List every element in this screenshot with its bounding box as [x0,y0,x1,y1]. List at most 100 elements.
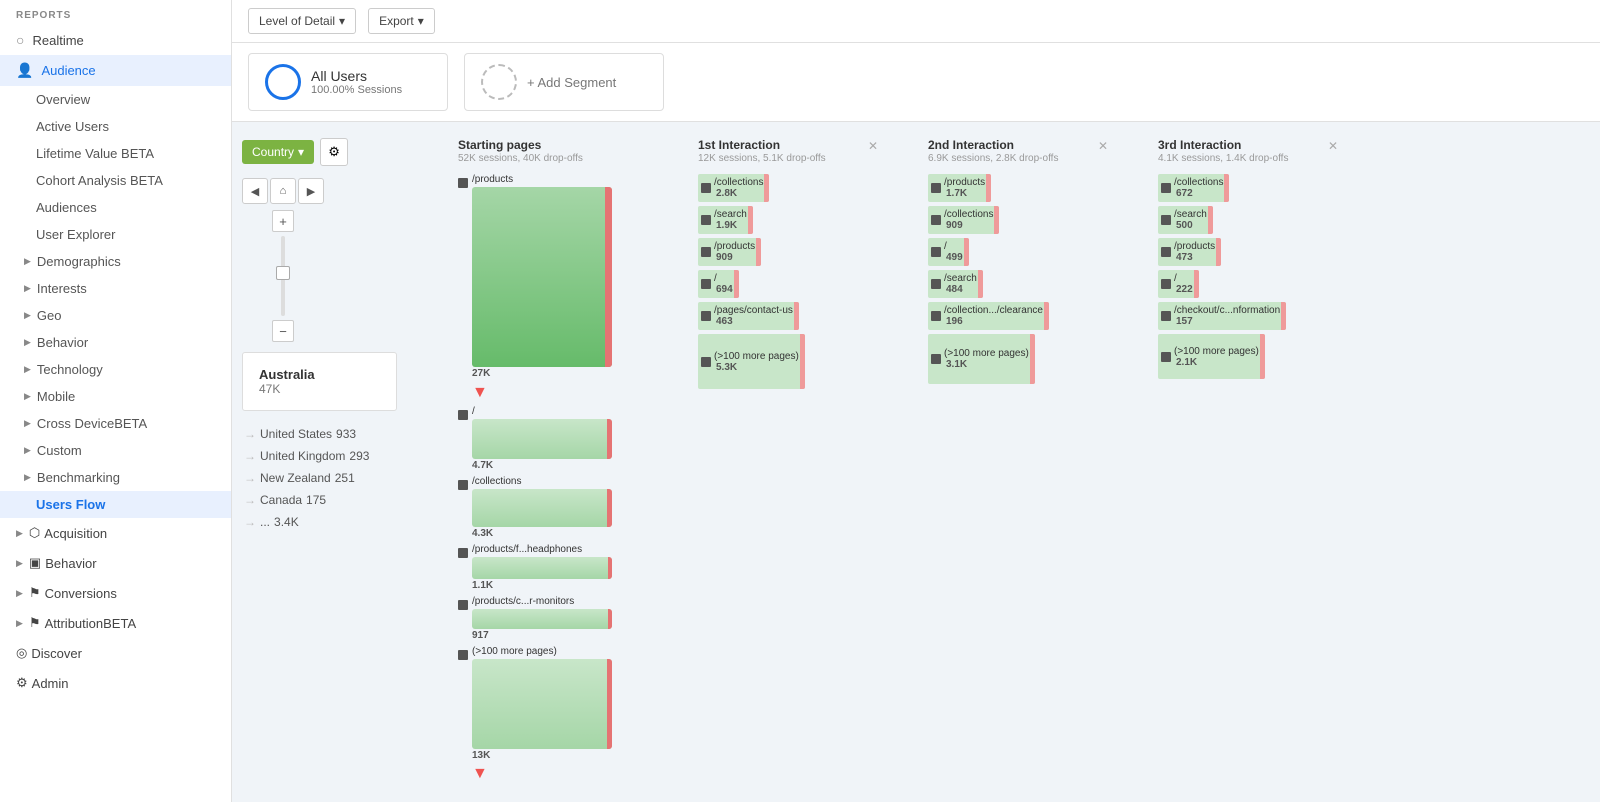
sidebar-subitem-cohort[interactable]: Cohort Analysis BETA [0,167,231,194]
sidebar-group-interests[interactable]: ▶ Interests [0,275,231,302]
dropoff-indicator [794,302,799,330]
sidebar-group-cross-device[interactable]: ▶ Cross Device BETA [0,410,231,437]
sidebar-group-behavior[interactable]: ▶ Behavior [0,329,231,356]
page-bar-slash[interactable] [472,419,612,459]
int3-node-search[interactable]: /search 500 [1158,206,1338,234]
country-row-us[interactable]: → United States 933 [242,423,358,445]
sidebar-section-acquisition[interactable]: ▶ ⬡ Acquisition [0,518,231,548]
sidebar: REPORTS ○ Realtime 👤 Audience Overview A… [0,0,232,802]
node-box[interactable]: /products 473 [1158,238,1221,266]
int2-node-collections[interactable]: /collections 909 [928,206,1108,234]
zoom-in-button[interactable]: + [272,210,294,232]
close-icon-1[interactable]: ✕ [868,139,878,153]
node-box[interactable]: /search 500 [1158,206,1213,234]
sidebar-item-realtime[interactable]: ○ Realtime [0,25,231,55]
node-box[interactable]: /collections 909 [928,206,999,234]
nav-left-button[interactable]: ◀ [242,178,268,204]
chevron-right-icon: ▶ [24,337,31,348]
int1-node-contact[interactable]: /pages/contact-us 463 [698,302,878,330]
int3-node-collections[interactable]: /collections 672 [1158,174,1338,202]
sidebar-group-mobile[interactable]: ▶ Mobile [0,383,231,410]
all-users-segment[interactable]: All Users 100.00% Sessions [248,53,448,111]
sidebar-subitem-active-users[interactable]: Active Users [0,113,231,140]
country-main-node-australia[interactable]: Australia 47K [242,352,397,411]
node-box[interactable]: / 694 [698,270,739,298]
chevron-right-icon: ▶ [16,558,23,569]
country-row-nz[interactable]: → New Zealand 251 [242,467,357,489]
add-segment-card[interactable]: + Add Segment [464,53,664,111]
sidebar-subitem-overview[interactable]: Overview [0,86,231,113]
int2-node-slash[interactable]: / 499 [928,238,1108,266]
int2-node-clearance[interactable]: /collection.../clearance 196 [928,302,1108,330]
sidebar-group-demographics[interactable]: ▶ Demographics [0,248,231,275]
country-name-ca: Canada [260,493,302,507]
node-box[interactable]: /collections 2.8K [698,174,769,202]
int1-node-collections[interactable]: /collections 2.8K [698,174,878,202]
sidebar-subitem-audiences[interactable]: Audiences [0,194,231,221]
page-icon [1161,247,1171,257]
node-box[interactable]: /pages/contact-us 463 [698,302,799,330]
sidebar-subitem-lifetime-value[interactable]: Lifetime Value BETA [0,140,231,167]
node-box[interactable]: /products 909 [698,238,761,266]
int2-node-more[interactable]: (>100 more pages) 3.1K [928,334,1108,384]
country-row-other[interactable]: → ... 3.4K [242,511,301,533]
sidebar-section-conversions[interactable]: ▶ ⚑ Conversions [0,578,231,608]
arrow-icon: → [244,493,256,507]
clock-icon: ○ [16,32,24,48]
sidebar-group-technology[interactable]: ▶ Technology [0,356,231,383]
int1-node-more[interactable]: (>100 more pages) 5.3K [698,334,878,389]
sidebar-group-custom[interactable]: ▶ Custom [0,437,231,464]
int2-node-search[interactable]: /search 484 [928,270,1108,298]
node-box[interactable]: /products 1.7K [928,174,991,202]
int1-node-products[interactable]: /products 909 [698,238,878,266]
sidebar-section-attribution[interactable]: ▶ ⚑ Attribution BETA [0,608,231,638]
sidebar-subitem-users-flow[interactable]: Users Flow [0,491,231,518]
node-box[interactable]: /checkout/c...nformation 157 [1158,302,1286,330]
add-segment-label: + Add Segment [527,75,616,90]
int3-node-more[interactable]: (>100 more pages) 2.1K [1158,334,1338,379]
sidebar-subitem-user-explorer[interactable]: User Explorer [0,221,231,248]
sidebar-section-behavior[interactable]: ▶ ▣ Behavior [0,548,231,578]
page-bar-collections[interactable] [472,489,612,527]
sidebar-group-benchmarking[interactable]: ▶ Benchmarking [0,464,231,491]
int3-node-checkout[interactable]: /checkout/c...nformation 157 [1158,302,1338,330]
int2-node-products[interactable]: /products 1.7K [928,174,1108,202]
node-box[interactable]: (>100 more pages) 2.1K [1158,334,1265,379]
close-icon-2[interactable]: ✕ [1098,139,1108,153]
nav-home-button[interactable]: ⌂ [270,178,296,204]
country-dropdown[interactable]: Country ▾ [242,140,314,164]
page-bar-more-pages[interactable] [472,659,612,749]
settings-button[interactable]: ⚙ [320,138,348,166]
node-box[interactable]: /collection.../clearance 196 [928,302,1049,330]
int3-node-slash[interactable]: / 222 [1158,270,1338,298]
sidebar-group-geo[interactable]: ▶ Geo [0,302,231,329]
int1-node-slash[interactable]: / 694 [698,270,878,298]
int1-node-search[interactable]: /search 1.9K [698,206,878,234]
country-row-ca[interactable]: → Canada 175 [242,489,328,511]
node-box[interactable]: (>100 more pages) 5.3K [698,334,805,389]
int3-node-products[interactable]: /products 473 [1158,238,1338,266]
sidebar-section-admin[interactable]: ⚙ Admin [0,668,231,698]
page-icon [701,357,711,367]
sidebar-item-audience[interactable]: 👤 Audience [0,55,231,86]
page-label-collections: /collections [472,476,612,487]
page-bar-monitors[interactable] [472,609,612,629]
country-row-uk[interactable]: → United Kingdom 293 [242,445,371,467]
node-box[interactable]: /search 484 [928,270,983,298]
node-box[interactable]: /search 1.9K [698,206,753,234]
node-box[interactable]: /collections 672 [1158,174,1229,202]
node-box[interactable]: / 222 [1158,270,1199,298]
nav-right-button[interactable]: ▶ [298,178,324,204]
export-button[interactable]: Export ▾ [368,8,435,34]
node-box[interactable]: / 499 [928,238,969,266]
close-icon-3[interactable]: ✕ [1328,139,1338,153]
zoom-out-button[interactable]: − [272,320,294,342]
page-bar-products[interactable] [472,187,612,367]
level-of-detail-button[interactable]: Level of Detail ▾ [248,8,356,34]
page-bar-headphones[interactable] [472,557,612,579]
sidebar-section-discover[interactable]: ◎ Discover [0,638,231,668]
zoom-thumb[interactable] [276,266,290,280]
chevron-right-icon: ▶ [24,364,31,375]
dropoff-indicator [1224,174,1229,202]
node-box[interactable]: (>100 more pages) 3.1K [928,334,1035,384]
